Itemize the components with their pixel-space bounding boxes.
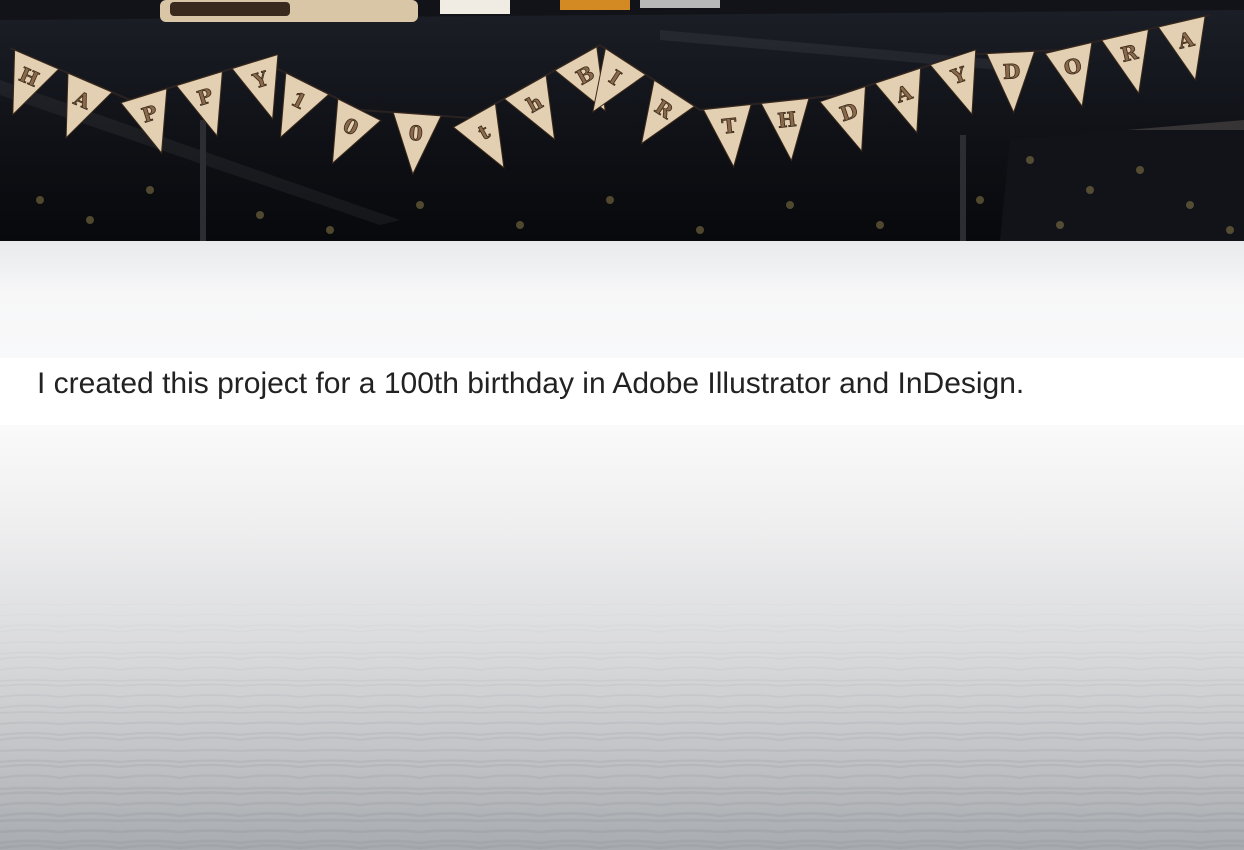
birthday-banner-image: HA PPY10 0 thB IRT H DAY D O R A bbox=[0, 0, 1244, 241]
project-description: I created this project for a 100th birth… bbox=[37, 367, 1025, 400]
banner-letter: D bbox=[1002, 59, 1021, 84]
banner-letter: T bbox=[721, 113, 738, 138]
gradient-divider bbox=[0, 241, 1244, 358]
caption-strip: I created this project for a 100th birth… bbox=[0, 358, 1244, 425]
banner-letter: 0 bbox=[408, 121, 424, 146]
sea-texture bbox=[0, 603, 1244, 850]
portfolio-page: HAPPY100thBIRTHDAYDORA I created this pr… bbox=[0, 0, 1244, 850]
sea-background bbox=[0, 425, 1244, 850]
banner-letter: H bbox=[776, 107, 797, 133]
project-photo: HAPPY100thBIRTHDAYDORA bbox=[0, 0, 1244, 241]
